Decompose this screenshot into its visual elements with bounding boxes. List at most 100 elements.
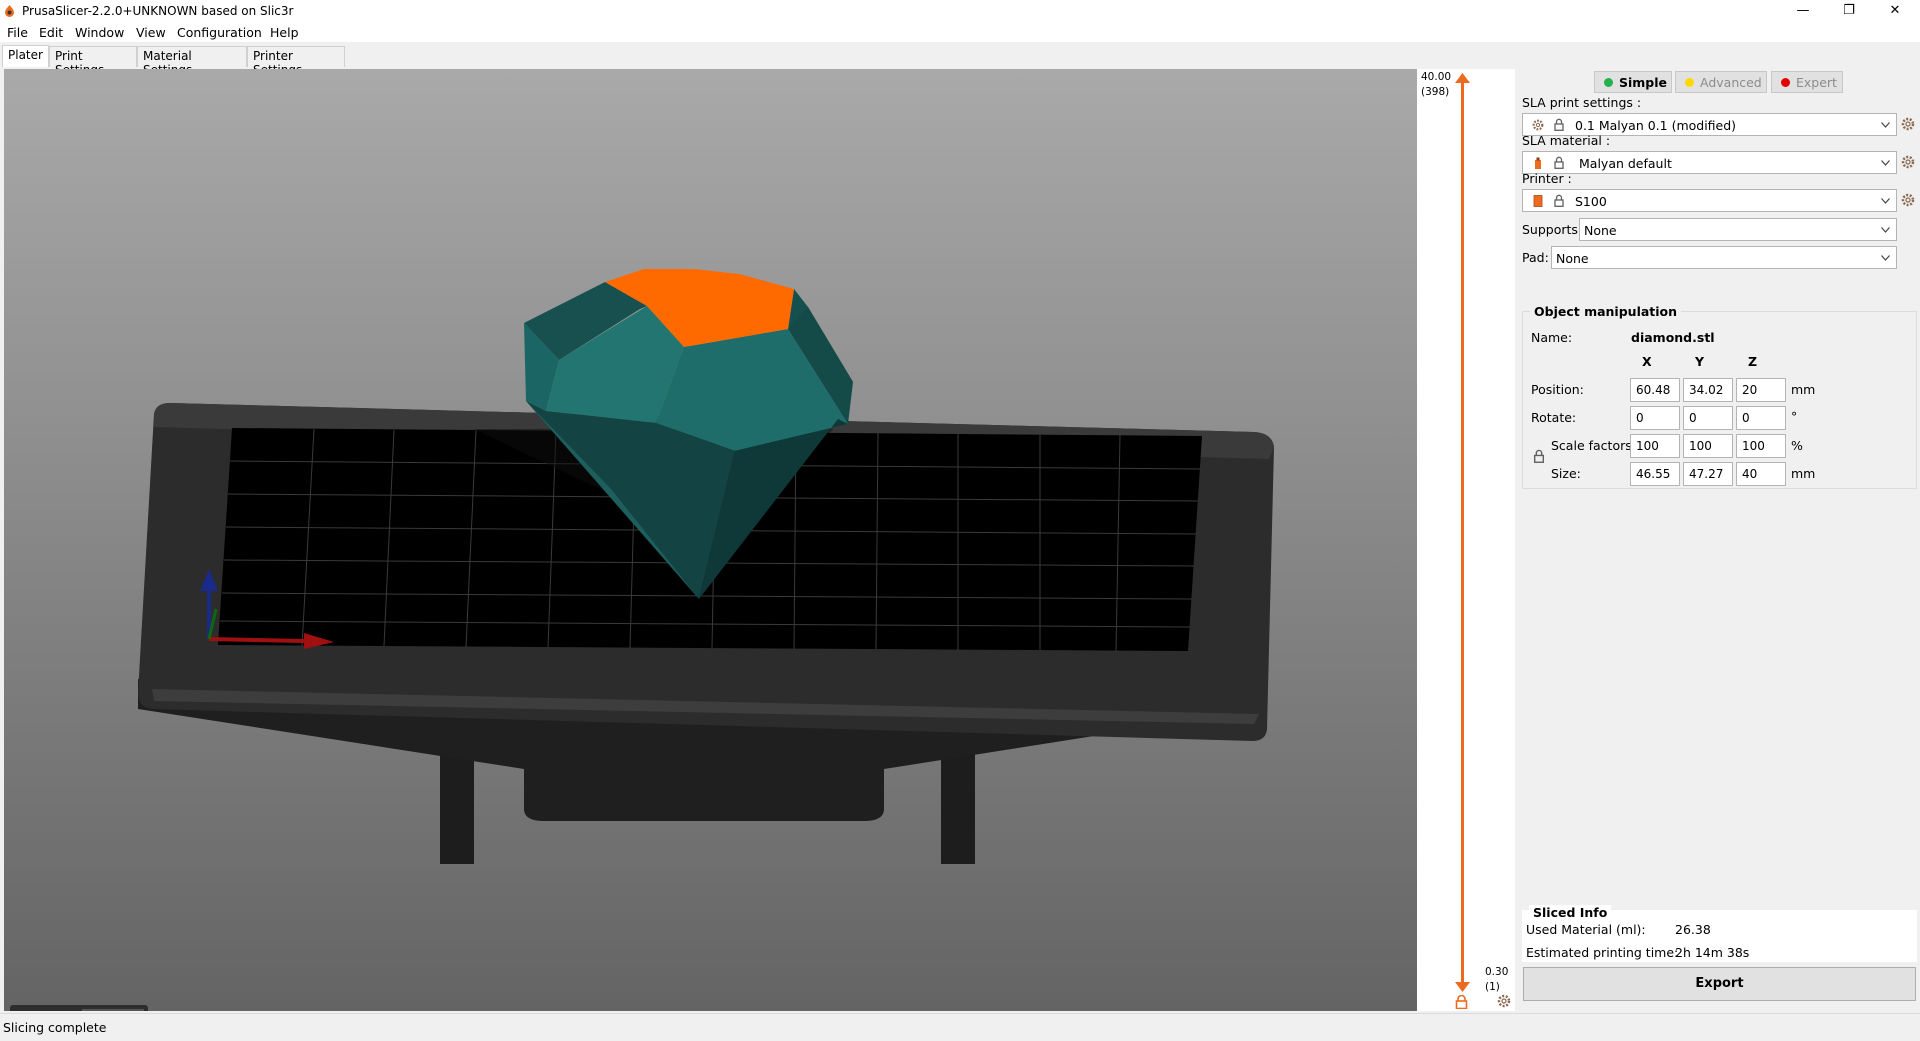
printing-time-value: 2h 14m 38s <box>1675 945 1750 960</box>
3d-scene-canvas[interactable] <box>4 69 1417 1011</box>
object-manipulation-title: Object manipulation <box>1530 304 1682 319</box>
window-title: PrusaSlicer-2.2.0+UNKNOWN based on Slic3… <box>22 4 294 18</box>
printer-color-icon <box>1533 195 1543 207</box>
prusaslicer-logo-icon <box>5 5 14 17</box>
layer-slider-track[interactable] <box>1461 79 1464 989</box>
rotate-label: Rotate: <box>1531 410 1577 425</box>
rotate-z-input[interactable]: 0 <box>1736 406 1786 430</box>
menu-bar: File Edit Window View Configuration Help <box>0 22 1920 42</box>
expert-mode-dot-icon <box>1781 78 1790 87</box>
3d-view-icon[interactable] <box>14 1009 76 1011</box>
advanced-mode-dot-icon <box>1685 78 1694 87</box>
slider-settings-gear-icon[interactable] <box>1497 994 1511 1008</box>
preset-lock-icon <box>1554 156 1564 169</box>
rotate-y-input[interactable]: 0 <box>1683 406 1733 430</box>
preview-layers-icon[interactable] <box>82 1009 144 1011</box>
title-bar: PrusaSlicer-2.2.0+UNKNOWN based on Slic3… <box>0 0 1920 22</box>
size-label: Size: <box>1551 466 1581 481</box>
supports-label: Supports: <box>1522 222 1583 237</box>
chevron-down-icon <box>1881 160 1890 166</box>
size-unit: mm <box>1791 466 1816 481</box>
upper-thumb-icon[interactable] <box>1455 73 1470 83</box>
axis-x-header: X <box>1642 354 1652 369</box>
scale-z-input[interactable]: 100 <box>1736 434 1786 458</box>
position-z-input[interactable]: 20 <box>1736 378 1786 402</box>
edit-print-preset-gear-icon[interactable] <box>1901 117 1915 131</box>
printer-label: Printer : <box>1522 171 1572 186</box>
tab-print-settings[interactable]: Print Settings <box>49 46 137 77</box>
tab-material-settings[interactable]: Material Settings <box>137 46 247 77</box>
edit-printer-preset-gear-icon[interactable] <box>1901 193 1915 207</box>
supports-value: None <box>1584 223 1617 238</box>
slider-top-label: 40.00 (398) <box>1421 70 1451 100</box>
sla-material-preset-value: Malyan default <box>1579 156 1672 171</box>
position-label: Position: <box>1531 382 1584 397</box>
mode-simple-button[interactable]: Simple <box>1594 71 1672 93</box>
position-x-input[interactable]: 60.48 <box>1630 378 1680 402</box>
printer-leg-right <box>941 749 975 864</box>
menu-help[interactable]: Help <box>270 25 299 40</box>
pad-combo[interactable]: None <box>1551 246 1897 269</box>
lower-thumb-icon[interactable] <box>1455 982 1470 992</box>
edit-material-preset-gear-icon[interactable] <box>1901 155 1915 169</box>
chevron-down-icon <box>1881 198 1890 204</box>
close-button[interactable]: ✕ <box>1872 0 1918 22</box>
sliced-info-title: Sliced Info <box>1529 905 1612 920</box>
size-x-input[interactable]: 46.55 <box>1630 462 1680 486</box>
minimize-button[interactable]: — <box>1780 0 1826 22</box>
tab-printer-settings[interactable]: Printer Settings <box>247 46 345 77</box>
menu-view[interactable]: View <box>136 25 166 40</box>
scale-y-input[interactable]: 100 <box>1683 434 1733 458</box>
chevron-down-icon <box>1881 227 1890 233</box>
preset-lock-icon <box>1554 194 1564 207</box>
lock-slider-icon[interactable] <box>1455 995 1468 1009</box>
right-sidebar: Simple Advanced Expert SLA print setting… <box>1515 69 1920 1011</box>
mode-advanced-button[interactable]: Advanced <box>1675 71 1767 93</box>
mode-advanced-label: Advanced <box>1700 75 1762 90</box>
slider-bottom-layer: (1) <box>1485 981 1500 993</box>
scale-unit: % <box>1791 438 1803 453</box>
object-name-value: diamond.stl <box>1631 330 1715 345</box>
maximize-button[interactable]: ❐ <box>1826 0 1872 22</box>
scene-render <box>138 269 1274 864</box>
sliced-info-panel: Sliced Info Used Material (ml): 26.38 Es… <box>1522 905 1917 962</box>
size-y-input[interactable]: 47.27 <box>1683 462 1733 486</box>
menu-configuration[interactable]: Configuration <box>177 25 262 40</box>
scale-x-input[interactable]: 100 <box>1630 434 1680 458</box>
view-toolbar <box>10 1005 148 1011</box>
size-z-input[interactable]: 40 <box>1736 462 1786 486</box>
status-text: Slicing complete <box>3 1020 107 1035</box>
tab-bar: Plater Print Settings Material Settings … <box>0 45 1920 77</box>
sla-material-preset-combo[interactable]: Malyan default <box>1522 151 1897 174</box>
status-bar: Slicing complete <box>0 1013 1920 1041</box>
printer-preset-value: S100 <box>1575 194 1607 209</box>
pad-label: Pad: <box>1522 250 1549 265</box>
menu-file[interactable]: File <box>7 25 28 40</box>
printing-time-label: Estimated printing time: <box>1526 945 1679 960</box>
menu-edit[interactable]: Edit <box>39 25 63 40</box>
sla-print-settings-label: SLA print settings : <box>1522 95 1642 110</box>
slider-top-layer: (398) <box>1421 86 1450 98</box>
used-material-label: Used Material (ml): <box>1526 922 1646 937</box>
export-button[interactable]: Export <box>1523 967 1916 1001</box>
printer-leg-left <box>440 749 474 864</box>
slider-bottom-label: 0.30 (1) <box>1485 965 1508 995</box>
print-settings-gear-icon <box>1532 119 1544 131</box>
printer-preset-combo[interactable]: S100 <box>1522 189 1897 212</box>
tab-plater[interactable]: Plater <box>2 45 49 67</box>
axis-y-header: Y <box>1695 354 1705 369</box>
scale-factors-label: Scale factors: <box>1551 438 1636 453</box>
rotate-x-input[interactable]: 0 <box>1630 406 1680 430</box>
sla-material-label: SLA material : <box>1522 133 1611 148</box>
sla-print-preset-value: 0.1 Malyan 0.1 (modified) <box>1575 118 1737 133</box>
position-y-input[interactable]: 34.02 <box>1683 378 1733 402</box>
mode-expert-button[interactable]: Expert <box>1771 71 1843 93</box>
rotate-unit: ° <box>1791 409 1798 424</box>
chevron-down-icon <box>1881 122 1890 128</box>
scale-lock-icon[interactable] <box>1533 449 1545 463</box>
menu-window[interactable]: Window <box>75 25 124 40</box>
layer-slider-panel: 40.00 (398) 0.30 (1) <box>1417 69 1515 1011</box>
supports-combo[interactable]: None <box>1579 218 1897 241</box>
object-manipulation-panel: Object manipulation Name: diamond.stl X … <box>1522 304 1917 489</box>
mode-expert-label: Expert <box>1796 75 1837 90</box>
